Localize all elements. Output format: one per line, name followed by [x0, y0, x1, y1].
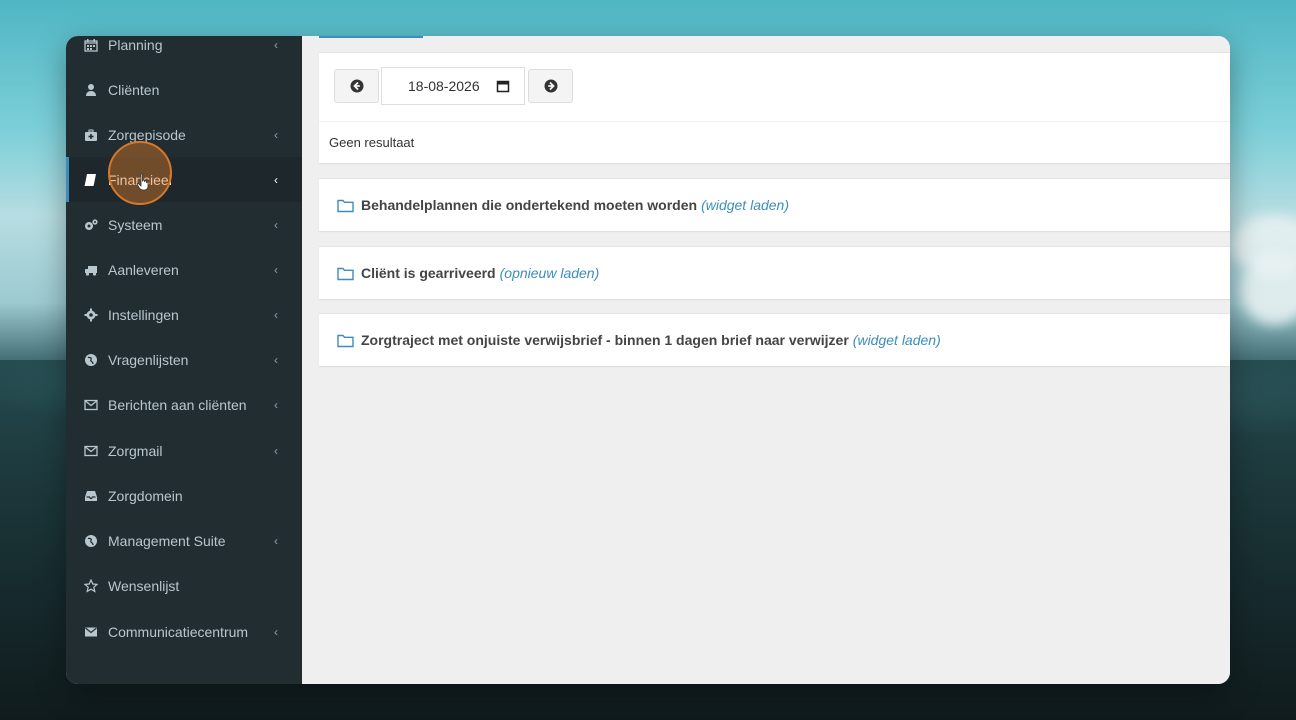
calendar-icon: [84, 38, 98, 52]
sidebar-item-instellingen[interactable]: Instellingen ‹: [66, 292, 302, 337]
previous-day-button[interactable]: [334, 69, 379, 103]
sidebar-item-financieel[interactable]: Financieel ‹: [66, 157, 302, 202]
next-day-button[interactable]: [528, 69, 573, 103]
envelope-outline-icon: [84, 444, 98, 458]
date-value: 18-08-2026: [408, 78, 480, 94]
sidebar-item-zorgdomein[interactable]: Zorgdomein: [66, 473, 302, 518]
sidebar-item-label: Planning: [108, 36, 163, 53]
widget-load-link[interactable]: (widget laden): [853, 332, 941, 348]
envelope-outline-icon: [84, 398, 98, 412]
user-icon: [84, 83, 98, 97]
folder-icon: [337, 334, 354, 347]
widget-reload-link[interactable]: (opnieuw laden): [500, 265, 600, 281]
cogs-icon: [84, 218, 98, 232]
sidebar-item-label: Zorgdomein: [108, 487, 183, 504]
widget-title-text: Behandelplannen die ondertekend moeten w…: [361, 197, 698, 213]
sidebar-item-label: Communicatiecentrum: [108, 623, 249, 640]
chevron-left-icon: ‹: [274, 127, 278, 142]
sidebar-item-label: Berichten aan cliënten: [108, 396, 247, 413]
inbox-icon: [84, 489, 98, 503]
chevron-left-icon: ‹: [274, 533, 278, 548]
folder-icon: [337, 199, 354, 212]
widget-title: Behandelplannen die ondertekend moeten w…: [337, 179, 789, 231]
sidebar-item-label: Wensenlijst: [108, 577, 180, 594]
chevron-left-icon: ‹: [274, 37, 278, 52]
widget-box: Zorgtraject met onjuiste verwijsbrief - …: [319, 313, 1230, 366]
sidebar-item-wensenlijst[interactable]: Wensenlijst: [66, 563, 302, 608]
sidebar-item-label: Cliënten: [108, 81, 160, 98]
sidebar-item-label: Zorgmail: [108, 442, 163, 459]
sidebar-item-zorgmail[interactable]: Zorgmail ‹: [66, 428, 302, 473]
sidebar-item-label: Management Suite: [108, 532, 226, 549]
sidebar-item-clienten[interactable]: Cliënten: [66, 67, 302, 112]
widget-title-text: Zorgtraject met onjuiste verwijsbrief - …: [361, 332, 849, 348]
sidebar-item-label: Zorgepisode: [108, 126, 186, 143]
sidebar-item-planning[interactable]: Planning ‹: [66, 36, 302, 67]
chevron-left-icon: ‹: [274, 217, 278, 232]
chevron-left-icon: ‹: [274, 262, 278, 277]
book-icon: [84, 173, 98, 187]
sidebar-item-label: Vragenlijsten: [108, 351, 189, 368]
chevron-left-icon: ‹: [274, 172, 278, 187]
date-input[interactable]: 18-08-2026: [381, 67, 525, 105]
arrow-circle-left-icon: [350, 79, 363, 93]
widget-title: Zorgtraject met onjuiste verwijsbrief - …: [337, 314, 941, 366]
sidebar-item-label: Systeem: [108, 216, 163, 233]
sidebar-item-label: Aanleveren: [108, 261, 179, 278]
app-window: Planning ‹ Cliënten Zorgepisode ‹ Financ…: [66, 36, 1230, 684]
sidebar-item-vragenlijsten[interactable]: Vragenlijsten ‹: [66, 337, 302, 382]
sidebar-item-label: Instellingen: [108, 306, 179, 323]
divider: [319, 121, 1230, 122]
top-tab-indicator: [319, 36, 423, 38]
envelope-icon: [84, 625, 98, 639]
background-cloud: [1240, 255, 1296, 325]
widget-title-text: Cliënt is gearriveerd: [361, 265, 496, 281]
sidebar-item-management-suite[interactable]: Management Suite ‹: [66, 518, 302, 563]
widget-title: Cliënt is gearriveerd (opnieuw laden): [337, 247, 599, 299]
gear-icon: [84, 308, 98, 322]
chevron-left-icon: ‹: [274, 307, 278, 322]
widget-box: Cliënt is gearriveerd (opnieuw laden): [319, 246, 1230, 299]
main-content: 18-08-2026 Geen resultaat Behandelplanne…: [302, 36, 1230, 684]
globe-icon: [84, 534, 98, 548]
sidebar-item-zorgepisode[interactable]: Zorgepisode ‹: [66, 112, 302, 157]
arrow-circle-right-icon: [544, 79, 557, 93]
sidebar: Planning ‹ Cliënten Zorgepisode ‹ Financ…: [66, 36, 302, 684]
result-text: Geen resultaat: [329, 135, 415, 150]
medkit-icon: [84, 128, 98, 142]
sidebar-item-berichten-aan-clienten[interactable]: Berichten aan cliënten ‹: [66, 382, 302, 427]
sidebar-item-systeem[interactable]: Systeem ‹: [66, 202, 302, 247]
folder-icon: [337, 267, 354, 280]
sidebar-item-aanleveren[interactable]: Aanleveren ‹: [66, 247, 302, 292]
chevron-left-icon: ‹: [274, 397, 278, 412]
truck-icon: [84, 263, 98, 277]
sidebar-item-communicatiecentrum[interactable]: Communicatiecentrum ‹: [66, 609, 302, 654]
widget-load-link[interactable]: (widget laden): [701, 197, 789, 213]
hand-cursor-icon: [136, 173, 149, 191]
chevron-left-icon: ‹: [274, 624, 278, 639]
chevron-left-icon: ‹: [274, 443, 278, 458]
calendar-picker-icon[interactable]: [496, 79, 510, 93]
widget-box: Behandelplannen die ondertekend moeten w…: [319, 178, 1230, 231]
star-outline-icon: [84, 578, 98, 593]
chevron-left-icon: ‹: [274, 352, 278, 367]
date-navigator-box: 18-08-2026 Geen resultaat: [319, 52, 1230, 163]
globe-icon: [84, 353, 98, 367]
